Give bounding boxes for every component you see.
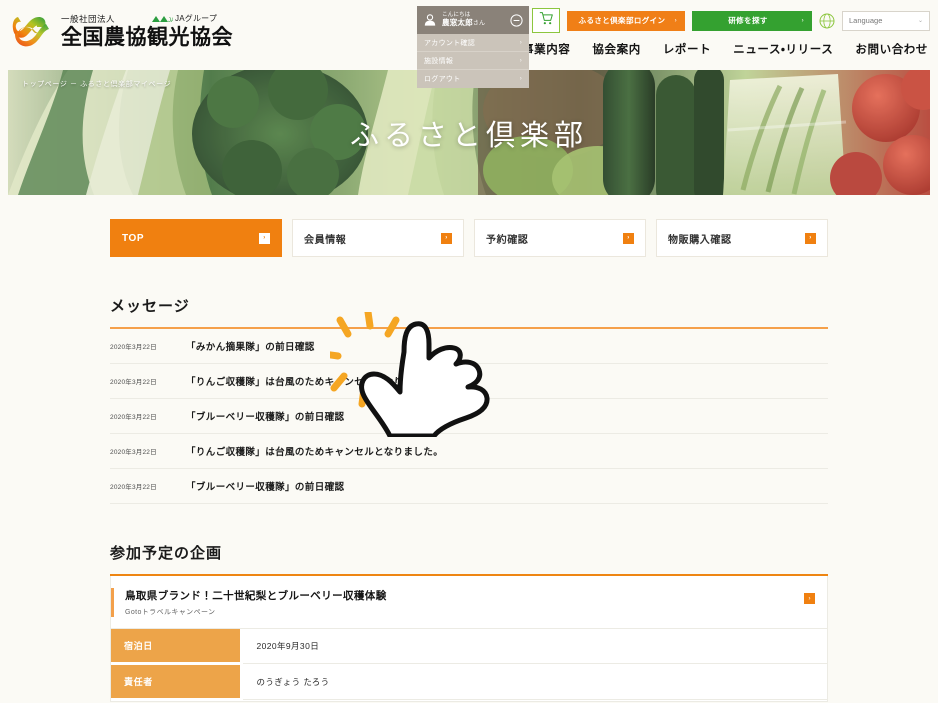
plans-heading: 参加予定の企画 xyxy=(110,545,223,562)
site-header: 一般社団法人 JA JAグループ 全国農協観光協会 xyxy=(0,0,938,88)
messages-heading: メッセージ xyxy=(110,298,190,315)
tab-member-info-label: 会員情報 xyxy=(304,234,347,246)
chevron-right-icon: › xyxy=(674,17,677,24)
main-content: TOP › 会員情報 › 予約確認 › 物販購入確認 › メッセージ 2020年… xyxy=(0,219,938,702)
nav-item-about[interactable]: 協会案内 xyxy=(592,41,640,57)
list-item[interactable]: 2020年3月22日 「ブルーベリー収穫隊」の前日確認 xyxy=(110,399,828,434)
message-date: 2020年3月22日 xyxy=(110,484,157,491)
plan-row-value-stay-date: 2020年9月30日 xyxy=(256,641,320,651)
message-text: 「りんご収穫隊」は台風のためキャンセルとなりました。 xyxy=(186,447,444,458)
page-root: 一般社団法人 JA JAグループ 全国農協観光協会 xyxy=(0,0,938,703)
language-select-value: Language xyxy=(849,16,883,25)
plan-row-label-stay-date: 宿泊日 xyxy=(111,629,243,665)
list-item[interactable]: 2020年3月22日 「りんご収穫隊」は台風のためキャンセルとなりました。 xyxy=(110,364,828,399)
logo-corporate-kind: 一般社団法人 xyxy=(61,13,116,24)
zennoh-swirl-logo-icon xyxy=(12,14,52,50)
tab-top-label: TOP xyxy=(122,232,145,244)
chevron-right-icon: › xyxy=(519,57,522,64)
plan-details-table: 宿泊日 2020年9月30日 責任者 のうぎょう たろう xyxy=(111,629,827,701)
tab-purchase-check-label: 物販購入確認 xyxy=(668,234,732,246)
page-title: ふるさと倶楽部 xyxy=(349,119,588,152)
minus-circle-icon[interactable] xyxy=(510,13,523,27)
account-menu-label-facility: 施設情報 xyxy=(424,57,454,65)
nav-item-news[interactable]: ニュース・リリース xyxy=(733,41,833,57)
person-icon xyxy=(423,13,437,27)
plan-title-block: 鳥取県ブランド！二十世紀梨とブルーベリー収穫体験 Gotoトラベルキャンペーン xyxy=(125,588,804,617)
tab-member-info[interactable]: 会員情報 › xyxy=(292,219,464,257)
chevron-right-icon: › xyxy=(804,593,815,604)
nav-item-contact[interactable]: お問い合わせ xyxy=(855,41,928,57)
ja-group-block: JA JAグループ xyxy=(151,10,217,28)
site-logo[interactable]: 一般社団法人 JA JAグループ 全国農協観光協会 xyxy=(12,13,233,50)
list-item[interactable]: 2020年3月22日 「ブルーベリー収穫隊」の前日確認 xyxy=(110,469,828,504)
chevron-right-icon: › xyxy=(805,232,816,244)
search-button-label: 研修を探す xyxy=(728,16,768,25)
chevron-right-icon: › xyxy=(519,76,522,82)
chevron-right-icon: › xyxy=(441,232,452,244)
account-menu-item-account[interactable]: アカウント確認 › xyxy=(417,34,529,52)
nav-item-report[interactable]: レポート xyxy=(663,41,711,57)
shopping-cart-button[interactable] xyxy=(532,8,560,33)
tab-top[interactable]: TOP › xyxy=(110,219,282,257)
plan-subtitle: Gotoトラベルキャンペーン xyxy=(125,609,216,616)
login-button-label: ふるさと倶楽部ログイン xyxy=(578,16,666,25)
account-dropdown-header[interactable]: こんにちは 農窓太郎さん xyxy=(417,6,529,34)
chevron-right-icon: › xyxy=(801,17,804,24)
chevron-right-icon: › xyxy=(623,232,634,244)
plan-accent-bar xyxy=(111,588,114,617)
account-dropdown-menu: アカウント確認 › 施設情報 › ログアウト › xyxy=(417,34,529,88)
account-name-block: こんにちは 農窓太郎さん xyxy=(442,12,505,27)
tab-reservation-check[interactable]: 予約確認 › xyxy=(474,219,646,257)
message-text: 「りんご収穫隊」は台風のためキャンセルとなりました。 xyxy=(186,377,444,388)
account-dropdown[interactable]: こんにちは 農窓太郎さん アカウント確認 › 施設情報 › ログアウト › xyxy=(417,6,529,88)
table-row: 宿泊日 2020年9月30日 xyxy=(111,629,827,665)
hero-banner: トップページ － ふるさと倶楽部マイページ ふるさと倶楽部 xyxy=(8,70,930,195)
account-menu-item-facility[interactable]: 施設情報 › xyxy=(417,52,529,70)
messages-list: 2020年3月22日 「みかん摘果隊」の前日確認 2020年3月22日 「りんご… xyxy=(110,329,828,504)
account-user-suffix: さん xyxy=(472,20,486,27)
chevron-down-icon: ⌄ xyxy=(917,18,923,24)
shopping-cart-icon xyxy=(539,11,554,31)
account-menu-label-account: アカウント確認 xyxy=(424,39,476,47)
plan-title: 鳥取県ブランド！二十世紀梨とブルーベリー収穫体験 xyxy=(125,590,387,602)
chevron-right-icon: › xyxy=(259,232,270,244)
nav-item-business[interactable]: 事業内容 xyxy=(522,41,570,57)
message-text: 「ブルーベリー収穫隊」の前日確認 xyxy=(186,412,345,423)
globe-icon[interactable] xyxy=(819,13,835,29)
find-training-button[interactable]: 研修を探す › xyxy=(692,10,812,31)
logo-organization-name: 全国農協観光協会 xyxy=(61,26,233,49)
message-date: 2020年3月22日 xyxy=(110,344,157,351)
message-text: 「ブルーベリー収穫隊」の前日確認 xyxy=(186,482,345,493)
plan-card: 鳥取県ブランド！二十世紀梨とブルーベリー収穫体験 Gotoトラベルキャンペーン … xyxy=(110,576,828,702)
ja-group-label: JAグループ xyxy=(175,14,218,23)
furusato-club-login-button[interactable]: ふるさと倶楽部ログイン › xyxy=(567,10,685,31)
ja-group-icon: JA xyxy=(151,10,175,28)
language-select[interactable]: Language ⌄ xyxy=(842,10,930,31)
tab-reservation-check-label: 予約確認 xyxy=(486,234,529,246)
account-user-name: 農窓太郎さん xyxy=(442,17,505,28)
message-date: 2020年3月22日 xyxy=(110,449,157,456)
account-user-name-text: 農窓太郎 xyxy=(442,17,473,27)
account-menu-item-logout[interactable]: ログアウト › xyxy=(417,70,529,88)
message-text: 「みかん摘果隊」の前日確認 xyxy=(186,342,315,353)
header-utility-row: ふるさと倶楽部ログイン › 研修を探す › Language ⌄ xyxy=(532,8,930,33)
chevron-right-icon: › xyxy=(519,39,522,46)
list-item[interactable]: 2020年3月22日 「りんご収穫隊」は台風のためキャンセルとなりました。 xyxy=(110,434,828,469)
message-date: 2020年3月22日 xyxy=(110,414,157,421)
table-row: 責任者 のうぎょう たろう xyxy=(111,663,827,701)
logo-top-row: 一般社団法人 JA JAグループ xyxy=(61,13,233,24)
plan-row-value-responsible: のうぎょう たろう xyxy=(256,676,330,687)
breadcrumb: トップページ － ふるさと倶楽部マイページ xyxy=(22,81,172,88)
main-navigation: 事業内容 協会案内 レポート ニュース・リリース お問い合わせ xyxy=(522,41,928,57)
plan-card-header[interactable]: 鳥取県ブランド！二十世紀梨とブルーベリー収穫体験 Gotoトラベルキャンペーン … xyxy=(111,576,827,629)
logo-text-block: 一般社団法人 JA JAグループ 全国農協観光協会 xyxy=(61,13,233,50)
list-item[interactable]: 2020年3月22日 「みかん摘果隊」の前日確認 xyxy=(110,329,828,364)
plan-row-label-responsible: 責任者 xyxy=(111,663,243,701)
message-date: 2020年3月22日 xyxy=(110,379,157,386)
mypage-tabs: TOP › 会員情報 › 予約確認 › 物販購入確認 › xyxy=(110,219,828,257)
account-menu-label-logout: ログアウト xyxy=(424,76,461,83)
tab-purchase-check[interactable]: 物販購入確認 › xyxy=(656,219,828,257)
svg-text:JA: JA xyxy=(168,18,173,23)
